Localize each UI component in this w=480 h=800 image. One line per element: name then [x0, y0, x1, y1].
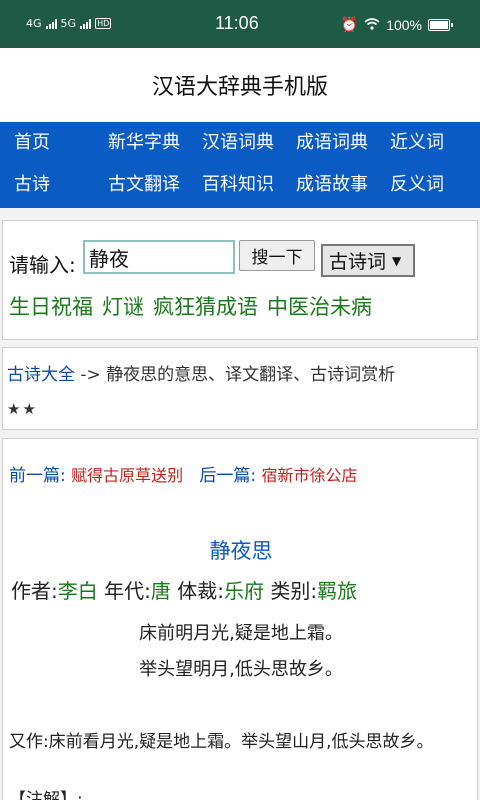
status-bar: 4G 5G HD 11:06 ⏰ 100%	[0, 0, 480, 48]
era-link[interactable]: 唐	[151, 579, 171, 603]
category-select[interactable]: 古诗词 ▼	[321, 244, 415, 277]
breadcrumb-current: 静夜思的意思、译文翻译、古诗词赏析	[106, 365, 396, 385]
clock: 11:06	[215, 13, 259, 33]
breadcrumb-arrow: ->	[75, 365, 107, 385]
hd-badge: HD	[95, 18, 112, 29]
category-link[interactable]: 羁旅	[317, 579, 357, 603]
nav-item-synonyms[interactable]: 近义词	[390, 128, 444, 154]
annotation-heading: 【注解】:	[9, 790, 83, 800]
battery-percent: 100%	[386, 16, 422, 33]
nav-item-chinese-dictionary[interactable]: 汉语词典	[202, 128, 274, 154]
poem-content-panel: 前一篇: 赋得古原草送别 后一篇: 宿新市徐公店 静夜思 作者:李白 年代:唐 …	[2, 438, 478, 800]
wifi-icon	[364, 17, 380, 33]
next-label: 后一篇:	[199, 466, 257, 486]
nav-item-home[interactable]: 首页	[14, 128, 50, 154]
nav-item-xinhua-dictionary[interactable]: 新华字典	[108, 128, 180, 154]
search-panel: 请输入: 搜一下 古诗词 ▼ 生日祝福 灯谜 疯狂猜成语 中医治未病	[2, 220, 478, 340]
prev-label: 前一篇:	[9, 466, 66, 486]
nav-item-idiom-dictionary[interactable]: 成语词典	[296, 128, 368, 154]
category-label: 类别:	[270, 579, 318, 603]
prev-article-link[interactable]: 赋得古原草送别	[71, 466, 183, 485]
network-indicators: 4G 5G HD	[26, 17, 112, 30]
author-label: 作者:	[11, 579, 58, 603]
nav-item-classical-translation[interactable]: 古文翻译	[108, 170, 180, 196]
quick-link-guess-idiom[interactable]: 疯狂猜成语	[153, 291, 258, 321]
quick-link-birthday-wishes[interactable]: 生日祝福	[9, 291, 93, 321]
alt-version-text: 又作:床前看月光,疑是地上霜。举头望山月,低头思故乡。	[9, 732, 434, 752]
quick-link-tcm[interactable]: 中医治未病	[267, 291, 372, 321]
breadcrumb: 古诗大全 -> 静夜思的意思、译文翻译、古诗词赏析	[7, 360, 395, 385]
nav-item-encyclopedia[interactable]: 百科知识	[202, 170, 274, 196]
breadcrumb-link-poems[interactable]: 古诗大全	[7, 365, 75, 385]
nav-row-2: 古诗 古文翻译 百科知识 成语故事 反义词	[0, 170, 480, 200]
prev-next-nav: 前一篇: 赋得古原草送别 后一篇: 宿新市徐公店	[9, 461, 358, 486]
search-input[interactable]	[83, 240, 235, 274]
alarm-icon: ⏰	[340, 16, 359, 32]
poem-line: 举头望明月,低头思故乡。	[139, 659, 343, 680]
network-4g-label: 4G	[26, 17, 42, 30]
battery-icon	[428, 18, 453, 31]
poem-title: 静夜思	[209, 539, 273, 563]
author-link[interactable]: 李白	[58, 579, 98, 603]
dropdown-caret-icon: ▼	[392, 253, 402, 268]
nav-row-1: 首页 新华字典 汉语词典 成语词典 近义词	[0, 128, 480, 158]
nav-item-idiom-stories[interactable]: 成语故事	[296, 170, 368, 196]
era-label: 年代:	[104, 579, 151, 603]
network-5g-label: 5G	[60, 17, 77, 30]
nav-item-ancient-poems[interactable]: 古诗	[14, 170, 50, 196]
rating-stars: ★★	[7, 400, 38, 418]
signal-icon	[45, 18, 57, 29]
genre-label: 体裁:	[177, 579, 224, 603]
search-label: 请输入:	[9, 253, 76, 277]
genre-link[interactable]: 乐府	[224, 579, 264, 603]
category-select-value: 古诗词	[329, 251, 387, 273]
signal-icon	[80, 18, 92, 29]
main-nav: 首页 新华字典 汉语词典 成语词典 近义词 古诗 古文翻译 百科知识 成语故事 …	[0, 122, 480, 208]
system-indicators: ⏰ 100%	[340, 16, 453, 33]
quick-links: 生日祝福 灯谜 疯狂猜成语 中医治未病	[9, 291, 372, 321]
app-title: 汉语大辞典手机版	[0, 48, 480, 122]
next-article-link[interactable]: 宿新市徐公店	[262, 466, 358, 485]
nav-item-antonyms[interactable]: 反义词	[390, 170, 444, 196]
search-button[interactable]: 搜一下	[239, 240, 315, 271]
quick-link-riddles[interactable]: 灯谜	[102, 291, 144, 321]
poem-meta: 作者:李白 年代:唐 体裁:乐府 类别:羁旅	[11, 575, 357, 604]
poem-line: 床前明月光,疑是地上霜。	[139, 623, 343, 644]
breadcrumb-panel: 古诗大全 -> 静夜思的意思、译文翻译、古诗词赏析 ★★	[2, 347, 478, 430]
